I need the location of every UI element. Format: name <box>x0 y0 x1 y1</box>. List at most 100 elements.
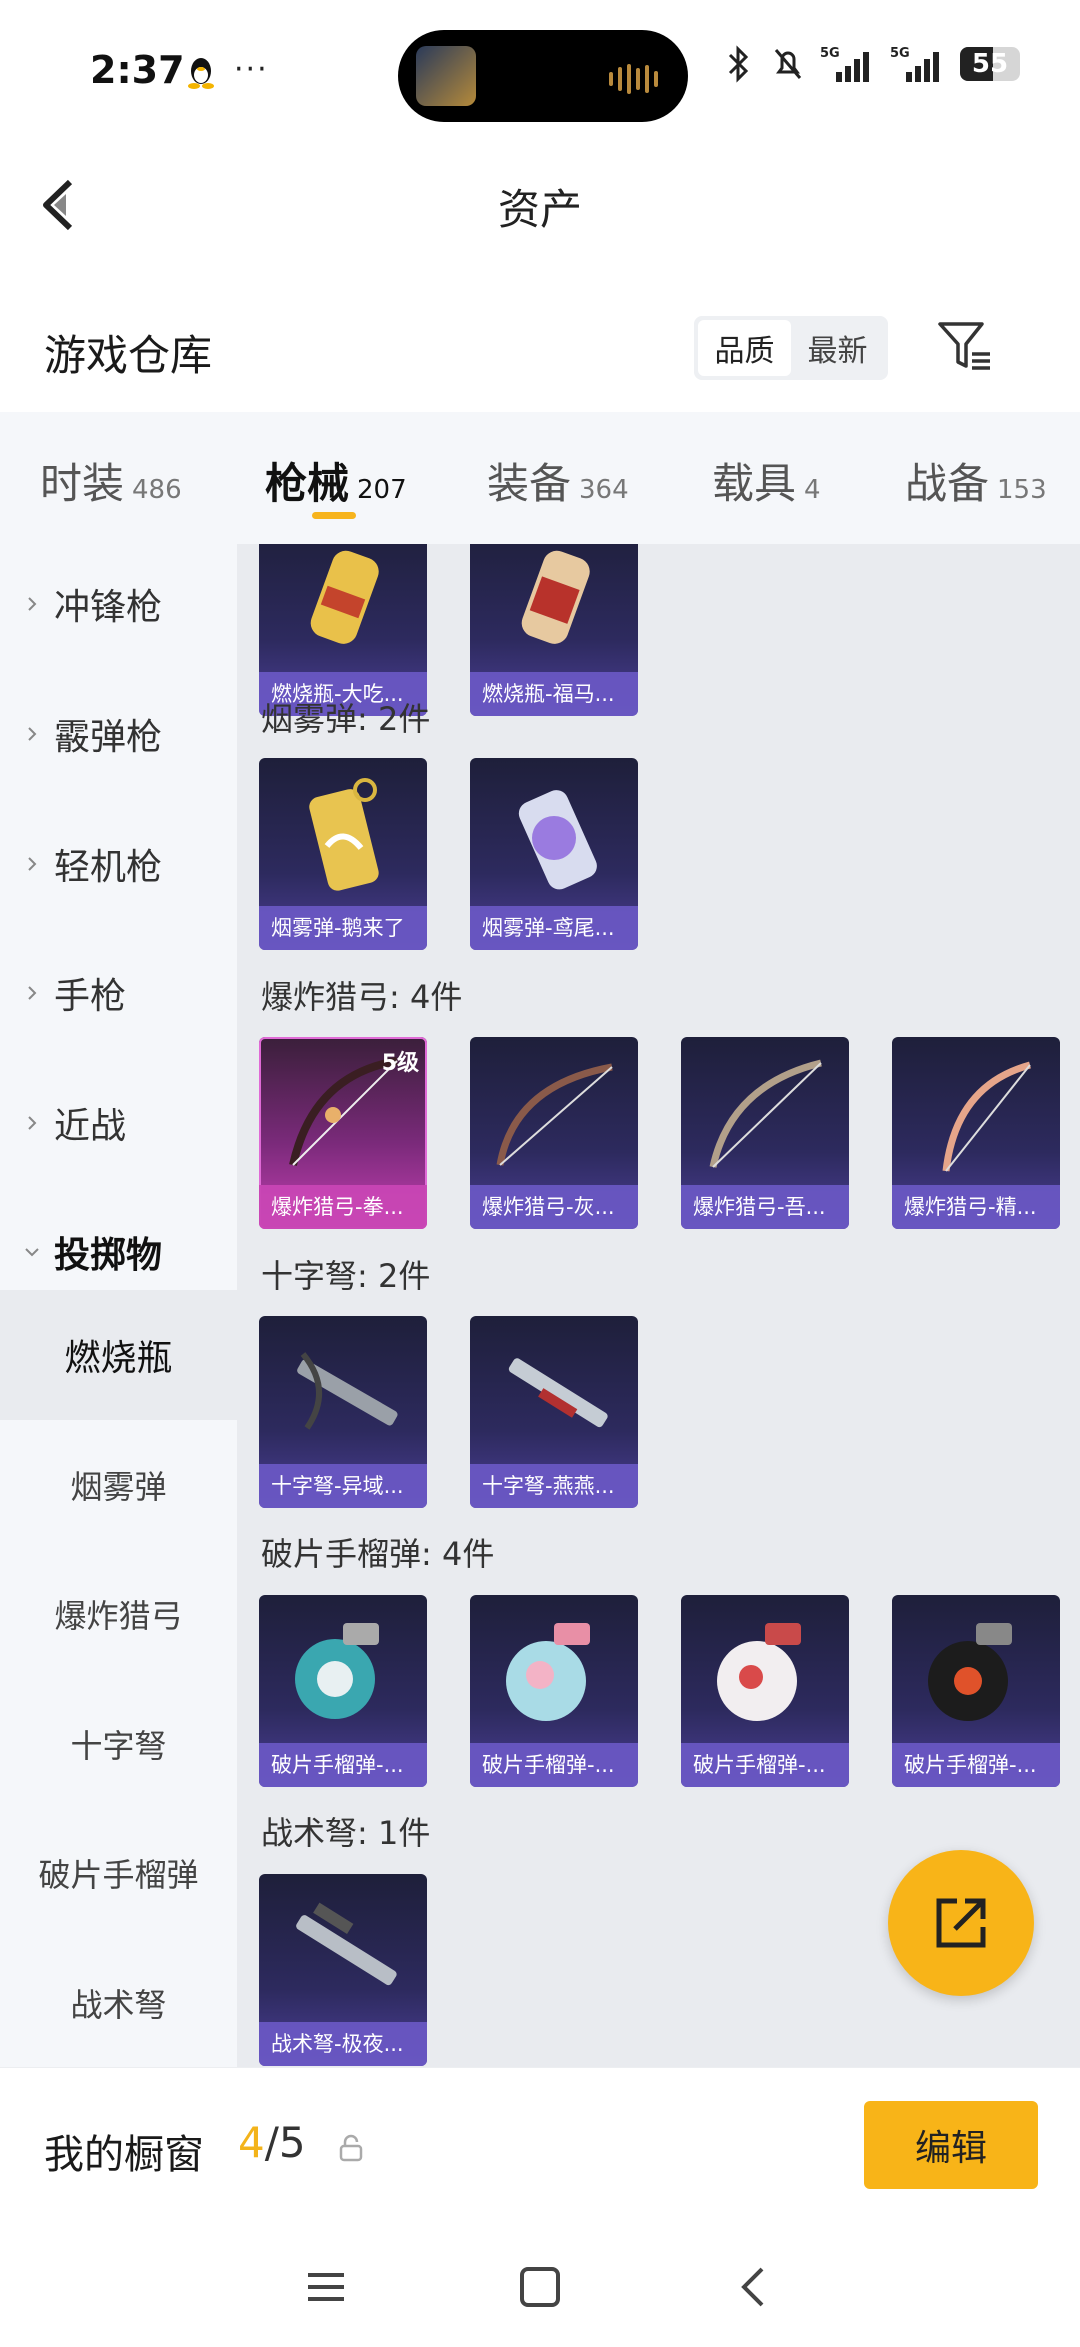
bow-image <box>709 1059 822 1168</box>
item-card[interactable]: 破片手榴弹-... <box>892 1595 1060 1787</box>
section-title-frag-grenade: 破片手榴弹: 4件 <box>261 1535 495 1573</box>
showcase-label: 我的橱窗 <box>44 2132 204 2178</box>
sidebar-sub-explosive-bow[interactable]: 爆炸猎弓 <box>0 1549 237 1679</box>
now-playing-thumbnail <box>416 46 476 106</box>
tab-battle-prep[interactable]: 战备 153 <box>905 450 1047 511</box>
sort-toggle: 品质 最新 <box>694 316 888 380</box>
item-card[interactable]: 十字弩-燕燕... <box>470 1316 638 1508</box>
system-nav-bar <box>0 2227 1080 2347</box>
lock-icon <box>339 2134 363 2162</box>
item-card[interactable]: 十字弩-异域... <box>259 1316 427 1508</box>
item-card[interactable]: 烟雾弹-鹅来了 <box>259 758 427 950</box>
section-title-smoke: 烟雾弹: 2件 <box>261 700 431 738</box>
item-card[interactable]: 烟雾弹-鸢尾... <box>470 758 638 950</box>
item-name: 烟雾弹-鸢尾... <box>470 906 638 950</box>
item-card[interactable]: 燃烧瓶-福马... <box>470 544 638 716</box>
item-card[interactable]: 破片手榴弹-... <box>681 1595 849 1787</box>
edit-button[interactable]: 编辑 <box>864 2101 1038 2189</box>
menu-icon[interactable] <box>296 2257 356 2317</box>
molotov-bottle-image <box>521 550 590 644</box>
home-square-icon[interactable] <box>510 2257 570 2317</box>
sidebar-sub-molotov[interactable]: 燃烧瓶 <box>0 1290 237 1420</box>
grenade-image <box>928 1623 1012 1721</box>
svg-text:5G: 5G <box>890 46 910 61</box>
bluetooth-icon <box>728 45 749 83</box>
sidebar-sub-crossbow[interactable]: 十字弩 <box>0 1679 237 1809</box>
svg-text:5G: 5G <box>820 46 840 61</box>
sidebar-item-smg[interactable]: 冲锋枪 <box>0 544 237 669</box>
tactical-crossbow-image <box>296 1902 397 1986</box>
item-name: 烟雾弹-鹅来了 <box>259 906 427 950</box>
chevron-right-icon <box>28 597 37 611</box>
item-name: 战术弩-极夜... <box>259 2022 427 2066</box>
item-card[interactable]: 破片手榴弹-... <box>470 1595 638 1787</box>
tab-vehicles[interactable]: 载具 4 <box>712 450 821 511</box>
battery-level: 55 <box>971 49 1009 79</box>
item-name: 十字弩-异域... <box>259 1464 427 1508</box>
signal-5g-icon-2: 5G <box>890 46 939 82</box>
item-name: 十字弩-燕燕... <box>470 1464 638 1508</box>
item-card[interactable]: 爆炸猎弓-吾... <box>681 1037 849 1229</box>
sort-latest-button[interactable]: 最新 <box>791 320 884 376</box>
page-title: 资产 <box>497 185 582 234</box>
chevron-right-icon <box>28 727 37 741</box>
active-tab-indicator <box>312 512 356 519</box>
item-card[interactable]: 战术弩-极夜... <box>259 1874 427 2066</box>
item-card[interactable]: 爆炸猎弓-精... <box>892 1037 1060 1229</box>
dynamic-island[interactable] <box>398 30 688 122</box>
item-grid: 燃烧瓶-大吃... 燃烧瓶-福马... 烟雾弹: 2件 烟雾弹-鹅来了 烟雾弹-… <box>237 544 1080 2067</box>
item-card[interactable]: 破片手榴弹-... <box>259 1595 427 1787</box>
grenade-image <box>295 1623 379 1719</box>
item-card[interactable]: 爆炸猎弓-灰... <box>470 1037 638 1229</box>
sidebar-sub-tactical-crossbow[interactable]: 战术弩 <box>0 1938 237 2067</box>
sidebar-sub-frag-grenade[interactable]: 破片手榴弹 <box>0 1808 237 1938</box>
tab-firearms[interactable]: 枪械 207 <box>265 450 407 511</box>
status-icons: 5G 5G 55 <box>720 44 1020 84</box>
warehouse-title: 游戏仓库 <box>44 331 213 380</box>
chevron-right-icon <box>28 986 37 1000</box>
sidebar-item-shotgun[interactable]: 霰弹枪 <box>0 669 237 799</box>
sidebar-item-lmg[interactable]: 轻机枪 <box>0 799 237 929</box>
item-name: 破片手榴弹-... <box>470 1743 638 1787</box>
signal-5g-icon-1: 5G <box>820 46 869 82</box>
status-more-dots: ··· <box>234 52 269 87</box>
item-name: 爆炸猎弓-拳... <box>259 1185 427 1229</box>
crossbow-image <box>508 1358 608 1428</box>
share-external-icon <box>936 1898 986 1948</box>
bow-image <box>496 1063 613 1166</box>
sidebar-item-pistol[interactable]: 手枪 <box>0 928 237 1058</box>
battery-indicator: 55 <box>960 47 1020 81</box>
tab-fashion[interactable]: 时装 486 <box>40 450 182 511</box>
smoke-grenade-image <box>518 790 597 890</box>
showcase-count: 4/5 <box>238 2118 306 2167</box>
item-name: 爆炸猎弓-吾... <box>681 1185 849 1229</box>
sidebar-item-melee[interactable]: 近战 <box>0 1058 237 1188</box>
level-badge: 5级 <box>381 1051 419 1076</box>
grenade-image <box>506 1623 590 1721</box>
grenade-image <box>717 1623 801 1721</box>
section-title-tactical-crossbow: 战术弩: 1件 <box>261 1814 431 1852</box>
mute-bell-icon <box>774 49 802 79</box>
share-button[interactable] <box>888 1850 1034 1996</box>
item-name: 爆炸猎弓-灰... <box>470 1185 638 1229</box>
showcase-bar: 我的橱窗 4/5 编辑 <box>0 2067 1080 2227</box>
smoke-grenade-image <box>309 778 379 891</box>
item-name: 爆炸猎弓-精... <box>892 1185 1060 1229</box>
item-name: 破片手榴弹-... <box>681 1743 849 1787</box>
status-bar: 2:37 ··· 5G 5G 55 <box>0 0 1080 135</box>
item-name: 破片手榴弹-... <box>259 1743 427 1787</box>
sidebar-sub-smoke[interactable]: 烟雾弹 <box>0 1420 237 1550</box>
item-card[interactable]: 5级 爆炸猎弓-拳... <box>259 1037 427 1229</box>
chevron-down-icon <box>25 1248 39 1257</box>
item-card[interactable]: 燃烧瓶-大吃... <box>259 544 427 716</box>
filter-icon[interactable] <box>936 318 994 376</box>
nav-back-icon[interactable] <box>724 2257 784 2317</box>
item-name: 破片手榴弹-... <box>892 1743 1060 1787</box>
section-title-explosive-bow: 爆炸猎弓: 4件 <box>261 978 463 1016</box>
tab-equipment[interactable]: 装备 364 <box>487 450 629 511</box>
section-title-crossbow: 十字弩: 2件 <box>261 1257 431 1295</box>
audio-wave-icon <box>609 64 658 94</box>
category-sidebar: 冲锋枪 霰弹枪 轻机枪 手枪 近战 投掷物 燃烧瓶 烟雾弹 爆炸猎弓 十字弩 破… <box>0 544 237 2067</box>
chevron-right-icon <box>28 857 37 871</box>
sort-quality-button[interactable]: 品质 <box>698 320 791 376</box>
